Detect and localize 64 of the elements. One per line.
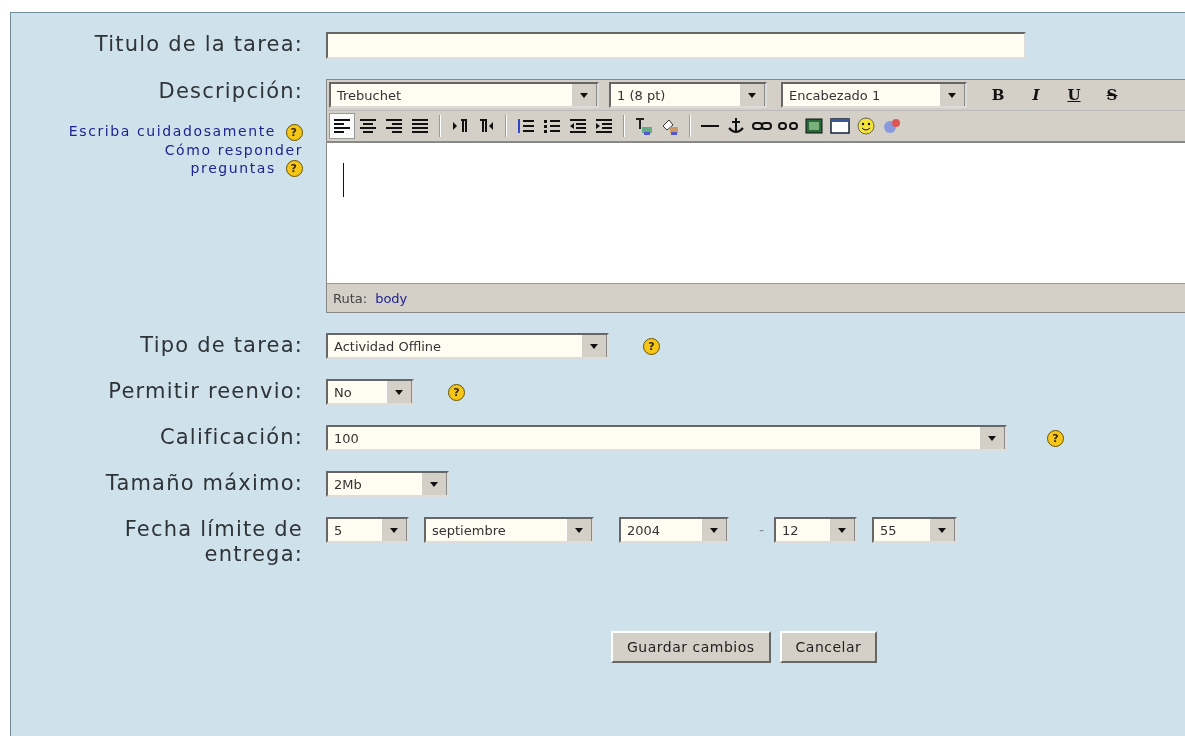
caret-icon (938, 527, 947, 533)
ordered-list-icon (516, 116, 536, 136)
dropdown[interactable]: septiembre (424, 517, 594, 543)
field-label: Calificación: (159, 425, 303, 450)
separator: - (759, 522, 765, 538)
caret-icon (710, 527, 718, 533)
dropdown[interactable]: Actividad Offline (326, 333, 609, 359)
outdent-icon (568, 116, 588, 136)
dropdown[interactable]: 5 (326, 517, 409, 543)
path-link[interactable]: body (375, 290, 408, 306)
cancel-button[interactable]: Cancelar (779, 631, 878, 663)
help-icon[interactable]: ? (286, 160, 303, 177)
bold-button[interactable]: B (979, 86, 1017, 104)
caret-icon (575, 527, 583, 533)
field-label: Fecha límite de entrega: (123, 517, 303, 567)
align-center-icon (358, 116, 378, 136)
align-right-icon (384, 116, 404, 136)
help-link[interactable]: Cómo responder preguntas ? (133, 140, 303, 177)
help-icon[interactable]: ? (1047, 429, 1064, 447)
path-label: Ruta: (333, 290, 368, 306)
caret-icon (948, 92, 956, 98)
field-label: Permitir reenvio: (108, 379, 303, 404)
save-button[interactable]: Guardar cambios (611, 631, 771, 663)
help-icon[interactable]: ? (448, 383, 465, 401)
align-left-icon (332, 116, 352, 136)
anchor-icon (726, 116, 746, 136)
input-field[interactable] (326, 32, 1026, 59)
field-label: Descripción: (158, 79, 303, 104)
text-cursor (343, 163, 344, 197)
caret-icon (748, 92, 756, 98)
strike-button[interactable]: S (1093, 86, 1131, 104)
format-dropdown[interactable]: Encabezado 1 (781, 82, 967, 108)
caret-icon (838, 527, 847, 533)
dropdown[interactable]: 12 (774, 517, 858, 543)
underline-button[interactable]: U (1055, 86, 1093, 104)
field-label: Tipo de tarea: (140, 333, 303, 358)
caret-icon (430, 481, 438, 487)
field-label: Titulo de la tarea: (94, 32, 303, 57)
dropdown[interactable]: 2004 (619, 517, 729, 543)
special-char-icon (882, 116, 902, 136)
help-link[interactable]: Escriba cuidadosamente ? (38, 122, 303, 141)
align-left-button[interactable] (329, 113, 355, 139)
help-icon[interactable]: ? (643, 337, 660, 355)
help-icon[interactable]: ? (286, 123, 303, 141)
italic-button[interactable]: I (1017, 86, 1055, 104)
dropdown[interactable]: 2Mb (326, 471, 449, 497)
html-editor[interactable]: Trebuchet 1 (8 pt) Encabezado 1 B I U S Ruta: body (326, 79, 1185, 313)
font-dropdown[interactable]: Trebuchet (329, 82, 599, 108)
image-icon (804, 116, 824, 136)
dropdown[interactable]: 100 (326, 425, 1007, 451)
field-label: Tamaño máximo: (105, 471, 303, 496)
align-justify-icon (410, 116, 430, 136)
indent-icon (594, 116, 614, 136)
smiley-icon (856, 116, 876, 136)
caret-icon (590, 343, 598, 349)
caret-icon (390, 527, 398, 533)
table-icon (830, 116, 850, 136)
caret-icon (988, 435, 996, 441)
caret-icon (395, 389, 403, 395)
caret-icon (580, 92, 588, 98)
size-dropdown[interactable]: 1 (8 pt) (609, 82, 767, 108)
dropdown[interactable]: 55 (872, 517, 958, 543)
text-color-icon (634, 116, 654, 136)
dropdown[interactable]: No (326, 379, 414, 405)
